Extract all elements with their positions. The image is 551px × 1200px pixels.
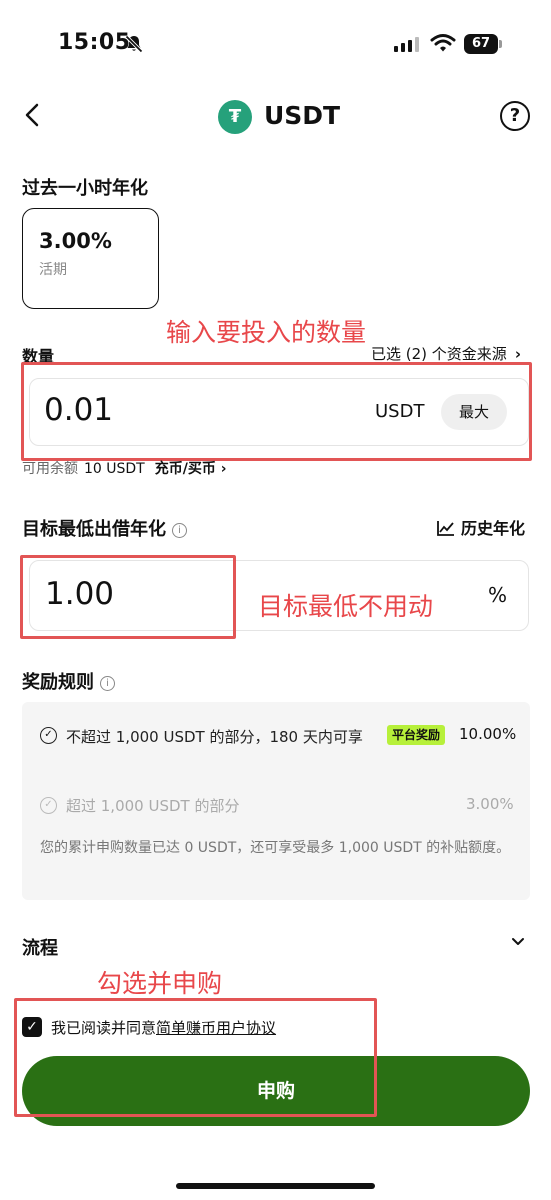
check-circle-icon: ✓	[40, 727, 57, 744]
platform-bonus-badge: 平台奖励	[387, 725, 446, 745]
apy-value: 3.00%	[39, 229, 112, 253]
info-icon[interactable]: i	[100, 675, 115, 691]
home-indicator	[176, 1183, 375, 1189]
reward-rules-label: 奖励规则 i	[22, 668, 115, 694]
reward-rule-1: 不超过 1,000 USDT 的部分，180 天内可享	[66, 728, 363, 746]
available-balance: 可用余额 10 USDT 充币/买币 ›	[22, 458, 227, 478]
usdt-coin-icon: ₮	[218, 100, 252, 134]
page-title: USDT	[264, 101, 341, 130]
target-rate-unit: %	[488, 583, 508, 607]
reward-rules-label-text: 奖励规则	[22, 672, 94, 693]
fund-source-link[interactable]: 已选 (2) 个资金来源 ›	[371, 343, 521, 364]
signal-icon	[394, 37, 419, 52]
annotation-submit-box	[14, 998, 377, 1117]
status-time: 15:05	[58, 30, 131, 55]
topup-link[interactable]: 充币/买币 ›	[155, 461, 227, 477]
wifi-icon	[430, 34, 456, 52]
bell-slash-icon	[125, 35, 143, 53]
history-apy-label: 历史年化	[461, 519, 526, 538]
chevron-down-icon[interactable]	[510, 934, 526, 950]
info-icon[interactable]: i	[172, 522, 187, 538]
target-rate-label: 目标最低出借年化 i	[22, 515, 187, 541]
check-circle-icon: ✓	[40, 797, 57, 814]
annotation-amount-box	[21, 362, 532, 461]
chevron-right-icon: ›	[514, 345, 521, 363]
battery-level: 67	[464, 34, 498, 54]
flow-label[interactable]: 流程	[22, 934, 58, 960]
annotation-rate-note: 目标最低不用动	[258, 592, 434, 621]
reward-rule-1-rate: 10.00%	[459, 725, 517, 743]
reward-rule-2: 超过 1,000 USDT 的部分	[66, 797, 240, 815]
balance-value: 10 USDT	[84, 461, 145, 477]
target-rate-label-text: 目标最低出借年化	[22, 519, 166, 540]
back-button[interactable]	[18, 100, 48, 130]
reward-note: 您的累计申购数量已达 0 USDT，还可享受最多 1,000 USDT 的补贴额…	[40, 840, 511, 856]
history-apy-link[interactable]: 历史年化	[437, 515, 525, 539]
annotation-amount-note: 输入要投入的数量	[166, 318, 367, 347]
apy-type: 活期	[39, 262, 67, 278]
fund-source-label: 已选 (2) 个资金来源	[371, 345, 507, 363]
annotation-rate-box	[20, 555, 236, 639]
annotation-submit-note: 勾选并申购	[97, 969, 223, 998]
battery-icon: 67	[464, 34, 502, 54]
apy-section-label: 过去一小时年化	[22, 178, 148, 199]
apy-card[interactable]: 3.00% 活期	[22, 208, 159, 309]
help-button[interactable]: ?	[500, 101, 530, 131]
reward-rule-2-rate: 3.00%	[466, 795, 514, 813]
trend-chart-icon	[437, 521, 454, 536]
balance-label: 可用余额	[22, 461, 78, 477]
